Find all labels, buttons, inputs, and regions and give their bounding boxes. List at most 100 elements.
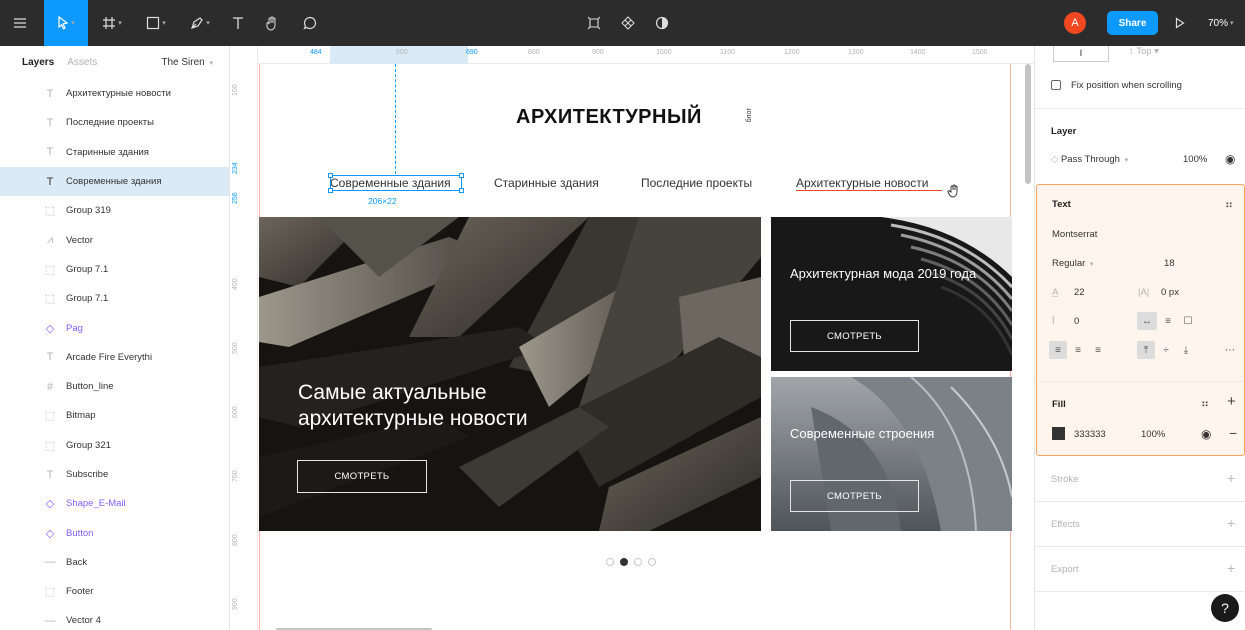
letter-spacing-field[interactable]: 0 px xyxy=(1161,287,1179,298)
shape-tool-button[interactable]: ▾ xyxy=(138,0,174,46)
fix-position-checkbox[interactable] xyxy=(1051,80,1061,90)
resize-handle[interactable] xyxy=(328,173,333,178)
font-weight-dropdown[interactable]: Regular ▾ xyxy=(1052,258,1093,269)
card1-view-button[interactable]: СМОТРЕТЬ xyxy=(790,320,919,352)
site-logo-subtitle[interactable]: блог xyxy=(746,108,753,122)
layer-row[interactable]: T Старинные здания xyxy=(0,138,229,167)
group-icon: ⬚ xyxy=(44,293,56,306)
card2-view-button[interactable]: СМОТРЕТЬ xyxy=(790,480,919,512)
layer-row[interactable]: ⬚ Group 7.1 xyxy=(0,255,229,284)
auto-height-icon[interactable]: ≡ xyxy=(1159,312,1177,330)
paragraph-spacing-field[interactable]: 0 xyxy=(1074,316,1079,327)
layer-row[interactable]: # Button_line xyxy=(0,372,229,401)
pager-dot[interactable] xyxy=(648,558,656,566)
layer-row[interactable]: ◇ Shape_E-Mail xyxy=(0,489,229,518)
add-effect-icon[interactable]: + xyxy=(1227,515,1235,531)
fill-visibility-eye-icon[interactable]: ◉ xyxy=(1201,427,1211,441)
add-fill-icon[interactable]: + xyxy=(1227,393,1236,410)
fixed-size-icon[interactable]: ☐ xyxy=(1179,312,1197,330)
layer-row[interactable]: ⬚ Bitmap xyxy=(0,401,229,430)
layer-row[interactable]: T Arcade Fire Everythi xyxy=(0,343,229,372)
share-button[interactable]: Share xyxy=(1107,11,1158,35)
pen-tool-button[interactable]: ▾ xyxy=(182,0,218,46)
fill-opacity-field[interactable]: 100% xyxy=(1141,429,1165,440)
align-center-icon[interactable]: ≡ xyxy=(1069,341,1087,359)
card1-title[interactable]: Архитектурная мода 2019 года xyxy=(790,265,990,282)
blend-mode-dropdown[interactable]: ◇ Pass Through ▾ xyxy=(1051,154,1128,165)
ruler-tick-label: 484 xyxy=(310,49,322,56)
remove-fill-icon[interactable]: − xyxy=(1229,425,1237,441)
page-selector[interactable]: The Siren ▾ xyxy=(161,57,213,68)
comment-tool-button[interactable] xyxy=(296,0,324,46)
hand-tool-button[interactable] xyxy=(258,0,286,46)
layer-row[interactable]: ◇ Pag xyxy=(0,313,229,342)
vertical-constraint[interactable]: ↕ Top ▾ xyxy=(1129,46,1159,57)
fix-position-label: Fix position when scrolling xyxy=(1071,80,1182,91)
assets-tool-button[interactable] xyxy=(614,0,642,46)
component-tool-button[interactable] xyxy=(580,0,608,46)
design-canvas[interactable]: АРХИТЕКТУРНЫЙ блог Современные здания Ст… xyxy=(258,64,1034,630)
nav-link-news[interactable]: Архитектурные новости xyxy=(796,176,929,190)
pager-dot[interactable] xyxy=(620,558,628,566)
align-left-icon[interactable]: ≡ xyxy=(1049,341,1067,359)
resize-handle[interactable] xyxy=(328,188,333,193)
card2-title[interactable]: Современные строения xyxy=(790,425,990,442)
zoom-dropdown[interactable]: 70% ▾ xyxy=(1208,0,1234,46)
layer-row[interactable]: ⬚ Footer xyxy=(0,577,229,606)
hand-icon xyxy=(266,16,276,31)
layer-row[interactable]: T Архитектурные новости xyxy=(0,79,229,108)
site-logo[interactable]: АРХИТЕКТУРНЫЙ xyxy=(516,106,702,129)
align-top-icon[interactable]: ⤒ xyxy=(1137,341,1155,359)
layer-row[interactable]: T Последние проекты xyxy=(0,108,229,137)
fill-hex-field[interactable]: 333333 xyxy=(1074,429,1106,440)
hero-banner[interactable]: Самые актуальные архитектурные новости С… xyxy=(259,217,761,531)
align-middle-icon[interactable]: ÷ xyxy=(1157,341,1175,359)
tab-layers[interactable]: Layers xyxy=(22,57,54,68)
more-options-icon[interactable]: ⋯ xyxy=(1221,341,1239,359)
frame-tool-button[interactable]: ▾ xyxy=(94,0,130,46)
layer-row[interactable]: — Vector 4 xyxy=(0,606,229,630)
selection-box[interactable] xyxy=(328,173,464,193)
font-size-field[interactable]: 18 xyxy=(1164,258,1175,269)
layer-row[interactable]: — Back xyxy=(0,548,229,577)
layer-row[interactable]: T Subscribe xyxy=(0,460,229,489)
layer-row[interactable]: ◇ Button xyxy=(0,518,229,547)
card-modern-buildings[interactable]: Современные строения СМОТРЕТЬ xyxy=(771,377,1012,531)
line-height-field[interactable]: 22 xyxy=(1074,287,1085,298)
visibility-eye-icon[interactable]: ◉ xyxy=(1225,152,1235,166)
align-right-icon[interactable]: ≡ xyxy=(1089,341,1107,359)
font-family-field[interactable]: Montserrat xyxy=(1052,229,1097,240)
layer-row[interactable]: ⩘ Vector xyxy=(0,225,229,254)
text-tool-button[interactable] xyxy=(224,0,252,46)
align-bottom-icon[interactable]: ⤓ xyxy=(1177,341,1195,359)
layer-row[interactable]: ⬚ Group 319 xyxy=(0,196,229,225)
text-styles-icon[interactable]: ⠶ xyxy=(1225,198,1233,211)
nav-link-projects[interactable]: Последние проекты xyxy=(641,176,752,190)
horizontal-constraint[interactable]: I xyxy=(1053,46,1109,62)
user-avatar[interactable]: A xyxy=(1064,12,1086,34)
pager-dot[interactable] xyxy=(606,558,614,566)
resize-handle[interactable] xyxy=(459,188,464,193)
move-tool-button[interactable]: ▾ xyxy=(44,0,88,46)
hero-title[interactable]: Самые актуальные архитектурные новости xyxy=(298,380,618,432)
vertical-scrollbar[interactable] xyxy=(1025,64,1031,184)
layer-row[interactable]: T Современные здания xyxy=(0,166,229,197)
layer-row[interactable]: ⬚ Group 321 xyxy=(0,431,229,460)
auto-width-icon[interactable]: ↔ xyxy=(1137,312,1157,330)
tab-assets[interactable]: Assets xyxy=(67,57,97,68)
hero-view-button[interactable]: СМОТРЕТЬ xyxy=(297,460,427,493)
fill-styles-icon[interactable]: ⠶ xyxy=(1201,397,1209,410)
resize-handle[interactable] xyxy=(459,173,464,178)
layer-row[interactable]: ⬚ Group 7.1 xyxy=(0,284,229,313)
layer-opacity[interactable]: 100% xyxy=(1183,154,1207,165)
contrast-tool-button[interactable] xyxy=(648,0,676,46)
menu-icon[interactable] xyxy=(0,0,40,46)
add-stroke-icon[interactable]: + xyxy=(1227,470,1235,486)
add-export-icon[interactable]: + xyxy=(1227,560,1235,576)
fill-color-swatch[interactable] xyxy=(1052,427,1065,440)
present-button[interactable] xyxy=(1168,0,1192,46)
nav-link-old[interactable]: Старинные здания xyxy=(494,176,599,190)
help-button[interactable]: ? xyxy=(1211,594,1239,622)
card-fashion-2019[interactable]: Архитектурная мода 2019 года СМОТРЕТЬ xyxy=(771,217,1012,371)
pager-dot[interactable] xyxy=(634,558,642,566)
